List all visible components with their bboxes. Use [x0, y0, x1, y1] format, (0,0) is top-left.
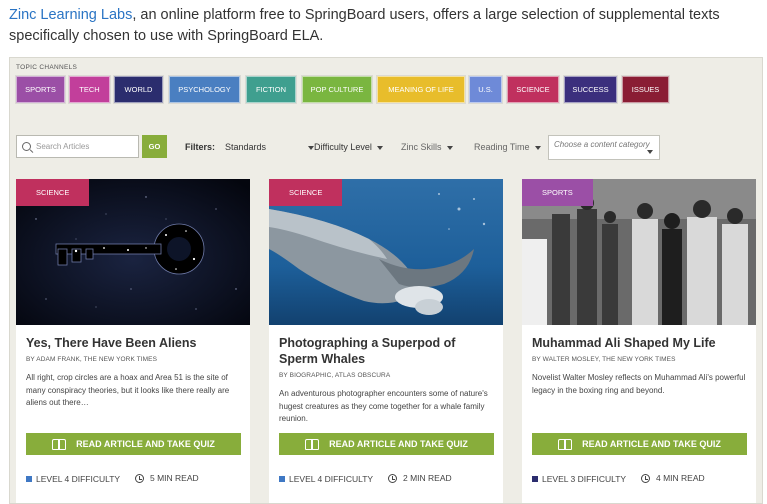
topic-channels-label: TOPIC CHANNELS	[16, 64, 78, 71]
level-indicator-icon	[279, 476, 285, 482]
channel-success[interactable]: SUCCESS	[563, 75, 618, 104]
reading-time-label: Reading Time	[474, 142, 530, 152]
difficulty-level: LEVEL 4 DIFFICULTY	[26, 474, 120, 484]
topic-tag: SCIENCE	[16, 179, 90, 206]
chevron-down-icon	[376, 145, 383, 150]
difficulty-level: LEVEL 3 DIFFICULTY	[532, 474, 626, 484]
quiz-button-label: READ ARTICLE AND TAKE QUIZ	[329, 439, 468, 449]
quiz-button-label: READ ARTICLE AND TAKE QUIZ	[76, 439, 215, 449]
time-text: 5 MIN READ	[150, 473, 199, 483]
reading-time-dropdown[interactable]: Reading Time	[474, 142, 541, 152]
article-title[interactable]: Photographing a Superpod of Sperm Whales	[279, 335, 495, 367]
time-text: 2 MIN READ	[403, 473, 452, 483]
chevron-down-icon	[534, 145, 541, 150]
zinc-skills-label: Zinc Skills	[401, 142, 442, 152]
clock-icon	[641, 473, 650, 483]
filters-label: Filters:	[185, 142, 216, 152]
standards-dropdown[interactable]: Standards	[225, 142, 315, 152]
article-card[interactable]: SCIENCE Yes, There Have Been Aliens BY A…	[16, 179, 250, 503]
level-text: LEVEL 4 DIFFICULTY	[36, 474, 121, 484]
search-icon	[22, 142, 31, 151]
channel-pop-culture[interactable]: POP CULTURE	[301, 75, 373, 104]
article-image-key[interactable]: SCIENCE	[16, 179, 250, 325]
reading-time: 5 MIN READ	[135, 473, 199, 483]
read-article-quiz-button[interactable]: READ ARTICLE AND TAKE QUIZ	[532, 433, 747, 455]
article-title[interactable]: Muhammad Ali Shaped My Life	[532, 335, 748, 351]
clock-icon	[135, 473, 144, 483]
article-title[interactable]: Yes, There Have Been Aliens	[26, 335, 242, 351]
reading-time: 2 MIN READ	[388, 473, 452, 483]
level-text: LEVEL 3 DIFFICULTY	[542, 474, 627, 484]
zinc-skills-dropdown[interactable]: Zinc Skills	[401, 142, 453, 152]
difficulty-label: Difficulty Level	[314, 142, 372, 152]
zinc-embed-frame: TOPIC CHANNELS SPORTS TECH WORLD PSYCHOL…	[9, 57, 763, 504]
channel-meaning-of-life[interactable]: MEANING OF LIFE	[376, 75, 466, 104]
article-description: Novelist Walter Mosley reflects on Muham…	[532, 373, 746, 395]
level-indicator-icon	[26, 476, 32, 482]
channel-tech[interactable]: TECH	[68, 75, 111, 104]
channel-world[interactable]: WORLD	[113, 75, 164, 104]
quiz-button-label: READ ARTICLE AND TAKE QUIZ	[582, 439, 721, 449]
go-button[interactable]: GO	[142, 135, 167, 158]
channel-us[interactable]: U.S.	[468, 75, 503, 104]
content-category-select[interactable]: Choose a content category	[548, 135, 660, 160]
level-indicator-icon	[532, 476, 538, 482]
channel-sports[interactable]: SPORTS	[15, 75, 66, 104]
topic-tag: SCIENCE	[269, 179, 343, 206]
article-description: All right, crop circles are a hoax and A…	[26, 373, 230, 407]
read-article-quiz-button[interactable]: READ ARTICLE AND TAKE QUIZ	[26, 433, 241, 455]
chevron-down-icon	[647, 150, 653, 154]
time-text: 4 MIN READ	[656, 473, 705, 483]
channel-fiction[interactable]: FICTION	[245, 75, 297, 104]
clock-icon	[388, 473, 397, 483]
article-image-whale[interactable]: SCIENCE	[269, 179, 503, 325]
article-byline: BY BIOGRAPHIC, ATLAS OBSCURA	[279, 372, 391, 379]
difficulty-dropdown[interactable]: Difficulty Level	[314, 142, 383, 152]
level-text: LEVEL 4 DIFFICULTY	[289, 474, 374, 484]
category-placeholder: Choose a content category	[554, 140, 650, 149]
channel-issues[interactable]: ISSUES	[621, 75, 670, 104]
topic-tag: SPORTS	[522, 179, 593, 206]
search-input[interactable]	[36, 142, 131, 151]
read-article-quiz-button[interactable]: READ ARTICLE AND TAKE QUIZ	[279, 433, 494, 455]
article-image-ali[interactable]: SPORTS	[522, 179, 756, 325]
book-icon	[558, 439, 573, 450]
article-byline: BY ADAM FRANK, THE NEW YORK TIMES	[26, 356, 158, 363]
zinc-learning-labs-link[interactable]: Zinc Learning Labs	[9, 7, 132, 23]
article-description: An adventurous photographer encounters s…	[279, 389, 488, 423]
book-icon	[52, 439, 67, 450]
book-icon	[305, 439, 320, 450]
article-card[interactable]: SPORTS Muhammad Ali Shaped My Life BY WA…	[522, 179, 756, 503]
channel-psychology[interactable]: PSYCHOLOGY	[168, 75, 241, 104]
article-byline: BY WALTER MOSLEY, THE NEW YORK TIMES	[532, 356, 676, 363]
channel-science[interactable]: SCIENCE	[506, 75, 560, 104]
article-card[interactable]: SCIENCE Photographing a Superpod of Sper…	[269, 179, 503, 503]
standards-label: Standards	[225, 142, 267, 152]
difficulty-level: LEVEL 4 DIFFICULTY	[279, 474, 373, 484]
chevron-down-icon	[446, 145, 453, 150]
reading-time: 4 MIN READ	[641, 473, 705, 483]
intro-paragraph: Zinc Learning Labs, an online platform f…	[9, 5, 759, 47]
search-box[interactable]	[16, 135, 139, 158]
